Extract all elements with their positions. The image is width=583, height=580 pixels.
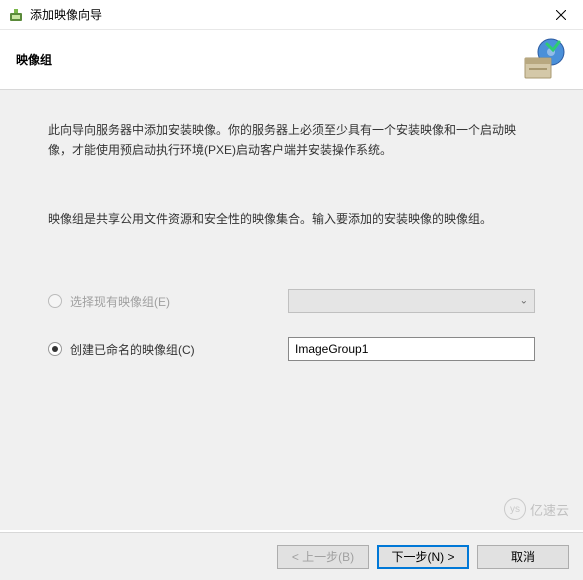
watermark: ys 亿速云 xyxy=(504,498,569,520)
radio-create-label: 创建已命名的映像组(C) xyxy=(70,341,195,358)
page-title: 映像组 xyxy=(16,51,567,68)
existing-group-select: ⌄ xyxy=(288,289,535,313)
close-icon xyxy=(556,10,566,20)
radio-existing-group: 选择现有映像组(E) xyxy=(48,293,288,310)
back-button: < 上一步(B) xyxy=(277,545,369,569)
option-existing-row: 选择现有映像组(E) ⌄ xyxy=(48,289,535,313)
watermark-icon: ys xyxy=(504,498,526,520)
chevron-down-icon: ⌄ xyxy=(520,296,528,307)
wizard-header: 映像组 xyxy=(0,30,583,90)
radio-icon xyxy=(48,294,62,308)
group-name-input[interactable] xyxy=(288,337,535,361)
app-icon xyxy=(8,7,24,23)
description-text: 映像组是共享公用文件资源和安全性的映像集合。输入要添加的安装映像的映像组。 xyxy=(48,209,535,229)
intro-text: 此向导向服务器中添加安装映像。你的服务器上必须至少具有一个安装映像和一个启动映像… xyxy=(48,120,535,161)
wizard-content: 此向导向服务器中添加安装映像。你的服务器上必须至少具有一个安装映像和一个启动映像… xyxy=(0,90,583,530)
option-create-row: 创建已命名的映像组(C) xyxy=(48,337,535,361)
radio-icon xyxy=(48,342,62,356)
wizard-icon xyxy=(519,36,567,84)
cancel-button[interactable]: 取消 xyxy=(477,545,569,569)
close-button[interactable] xyxy=(538,0,583,29)
titlebar: 添加映像向导 xyxy=(0,0,583,30)
radio-create-group[interactable]: 创建已命名的映像组(C) xyxy=(48,341,288,358)
radio-existing-label: 选择现有映像组(E) xyxy=(70,293,170,310)
window-title: 添加映像向导 xyxy=(30,6,538,23)
watermark-text: 亿速云 xyxy=(530,500,569,519)
button-bar: < 上一步(B) 下一步(N) > 取消 xyxy=(0,532,583,580)
next-button[interactable]: 下一步(N) > xyxy=(377,545,469,569)
